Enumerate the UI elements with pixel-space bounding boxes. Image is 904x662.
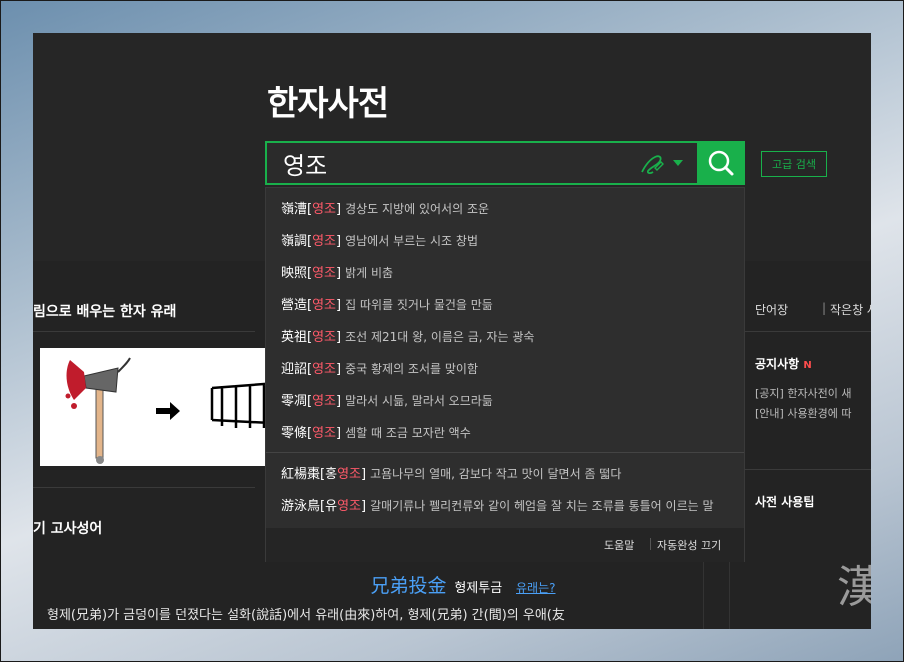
divider <box>729 469 871 470</box>
notice-title[interactable]: 공지사항 N <box>755 355 812 372</box>
idiom-headline: 兄弟投金 형제투금 유래는? <box>255 571 671 598</box>
idiom-hanja[interactable]: 兄弟投金 <box>370 575 446 597</box>
search-button[interactable] <box>697 141 745 185</box>
chevron-down-icon[interactable] <box>673 160 683 166</box>
search-box[interactable] <box>265 141 741 185</box>
hanja-decoration: 漢 <box>837 562 871 613</box>
search-input[interactable] <box>267 143 643 183</box>
handwriting-icon[interactable] <box>639 152 665 176</box>
search-icon <box>708 150 734 176</box>
small-window-link[interactable]: 작은창 사 <box>830 301 871 318</box>
idiom-reading: 형제투금 <box>454 581 503 596</box>
dropdown-footer: 도움말 자동완성 끄기 <box>266 528 744 562</box>
divider <box>266 452 744 453</box>
separator <box>650 538 651 550</box>
notice-item[interactable]: [공지] 한자사전이 새 <box>755 385 852 401</box>
wordbook-link[interactable]: 단어장 <box>755 301 788 318</box>
page-title: 한자사전 <box>267 84 389 124</box>
help-link[interactable]: 도움말 <box>604 537 634 553</box>
new-badge: N <box>803 360 812 371</box>
section-title-hanja-origin: 림으로 배우는 한자 유래 <box>33 304 177 320</box>
separator: | <box>822 301 827 315</box>
autocomplete-off-link[interactable]: 자동완성 끄기 <box>657 537 721 553</box>
idiom-description: 형제(兄弟)가 금덩이를 던졌다는 설화(說話)에서 유래(由來)하여, 형제(… <box>47 608 565 623</box>
suggestion-item[interactable]: 英祖[영조] 조선 제21대 왕, 이름은 금, 자는 광숙 <box>266 321 744 353</box>
divider <box>33 331 255 332</box>
advanced-search-button[interactable]: 고급 검색 <box>761 151 827 177</box>
tips-title[interactable]: 사전 사용팁 <box>755 493 814 510</box>
autocomplete-dropdown: 嶺漕[영조] 경상도 지방에 있어서의 조운 嶺調[영조] 영남에서 부르는 시조 … <box>265 187 745 562</box>
suggestion-item[interactable]: 紅楊棗[홍영조] 고욤나무의 열매, 감보다 작고 맛이 달면서 좀 떫다 <box>266 458 744 490</box>
divider <box>729 331 871 332</box>
divider <box>33 487 255 488</box>
dictionary-window: 한자사전 고급 검색 림으로 배우는 한자 유래 <box>33 33 871 629</box>
suggestion-item[interactable]: 零凋[영조] 말라서 시듦, 말라서 오므라듦 <box>266 385 744 417</box>
suggestion-item[interactable]: 迎詔[영조] 중국 황제의 조서를 맞이함 <box>266 353 744 385</box>
notice-item[interactable]: [안내] 사용환경에 따 <box>755 405 852 421</box>
suggestion-item[interactable]: 游泳鳥[유영조] 갈매기류나 펠리컨류와 같이 헤엄을 잘 치는 조류를 통틀어 … <box>266 490 744 522</box>
suggestion-item[interactable]: 嶺漕[영조] 경상도 지방에 있어서의 조운 <box>266 193 744 225</box>
suggestion-item[interactable]: 嶺調[영조] 영남에서 부르는 시조 창법 <box>266 225 744 257</box>
suggestion-item[interactable]: 零條[영조] 셈할 때 조금 모자란 액수 <box>266 417 744 449</box>
idiom-origin-link[interactable]: 유래는? <box>516 581 556 595</box>
suggestion-item[interactable]: 營造[영조] 집 따위를 짓거나 물건을 만듦 <box>266 289 744 321</box>
section-title-idioms: 기 고사성어 <box>33 521 103 537</box>
hanja-origin-illustration[interactable] <box>40 348 302 466</box>
axe-illustration <box>65 357 291 464</box>
left-column: 림으로 배우는 한자 유래 기 고사성어 <box>33 261 302 629</box>
suggestion-item[interactable]: 映照[영조] 밝게 비춤 <box>266 257 744 289</box>
